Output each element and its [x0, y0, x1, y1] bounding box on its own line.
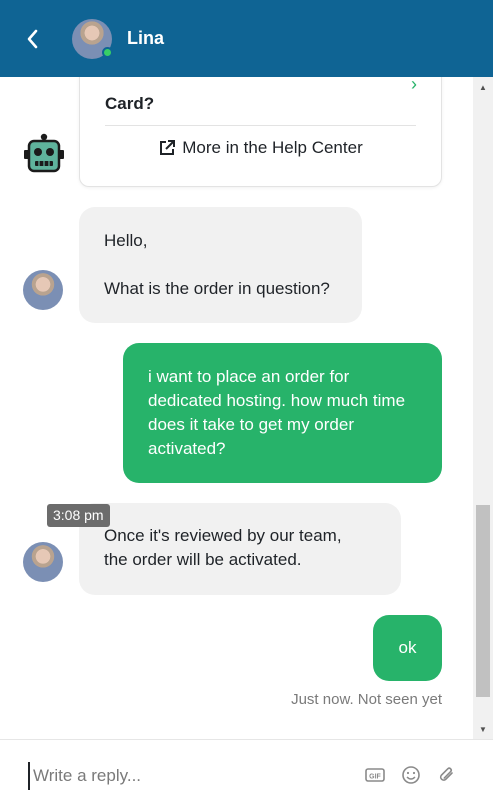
message-bubble-outgoing: i want to place an order for dedicated h… — [123, 343, 442, 483]
message-line: activated? — [148, 439, 226, 458]
contact-name: Lina — [127, 28, 165, 48]
chat-header: Lina — [0, 0, 493, 77]
scroll-up-arrow-icon[interactable]: ▲ — [473, 79, 493, 95]
reply-composer: GIF — [0, 739, 493, 812]
scrollbar-thumb[interactable] — [476, 505, 490, 697]
message-line: the order will be activated. — [104, 550, 302, 569]
external-link-icon — [160, 140, 176, 155]
bot-avatar-icon — [24, 133, 64, 173]
back-button[interactable] — [0, 0, 64, 77]
message-line: What is the order in question? — [104, 279, 330, 298]
chevron-left-icon — [27, 29, 38, 48]
online-status-dot — [102, 46, 113, 58]
divider — [105, 125, 416, 126]
scroll-down-arrow-icon[interactable]: ▼ — [473, 721, 493, 737]
contact-avatar[interactable] — [72, 18, 113, 59]
help-center-link[interactable]: More in the Help Center — [80, 138, 441, 158]
message-line: ok — [398, 638, 417, 657]
help-article-card: › Card? More in the Help Center — [79, 77, 442, 187]
help-article-title[interactable]: Card? — [105, 94, 154, 114]
message-bubble-outgoing: ok — [373, 615, 442, 681]
message-line: does it take to get my order — [148, 415, 354, 434]
chevron-right-icon[interactable]: › — [411, 77, 417, 95]
svg-text:GIF: GIF — [369, 774, 381, 781]
message-line-blank — [104, 253, 337, 277]
message-line: i want to place an order for — [148, 367, 350, 386]
reply-input[interactable] — [28, 762, 348, 790]
agent-avatar — [23, 270, 63, 310]
message-bubble-incoming: Hello, What is the order in question? — [79, 207, 362, 323]
message-list[interactable]: › Card? More in the Help Center Hello, W… — [0, 77, 473, 739]
gif-icon[interactable]: GIF — [364, 764, 386, 786]
message-bubble-incoming: Once it's reviewed by our team, the orde… — [79, 503, 401, 595]
seen-status: Just now. Not seen yet — [291, 691, 442, 708]
emoji-icon[interactable] — [400, 764, 422, 786]
message-timestamp: 3:08 pm — [47, 504, 110, 527]
composer-actions: GIF — [364, 764, 458, 786]
scrollbar[interactable]: ▲ ▼ — [473, 77, 493, 739]
message-line: Hello, — [104, 231, 148, 250]
agent-avatar — [23, 542, 63, 582]
paperclip-icon[interactable] — [436, 764, 458, 786]
message-line: dedicated hosting. how much time — [148, 391, 406, 410]
help-center-link-label: More in the Help Center — [182, 138, 363, 157]
message-line: Once it's reviewed by our team, — [104, 526, 342, 545]
